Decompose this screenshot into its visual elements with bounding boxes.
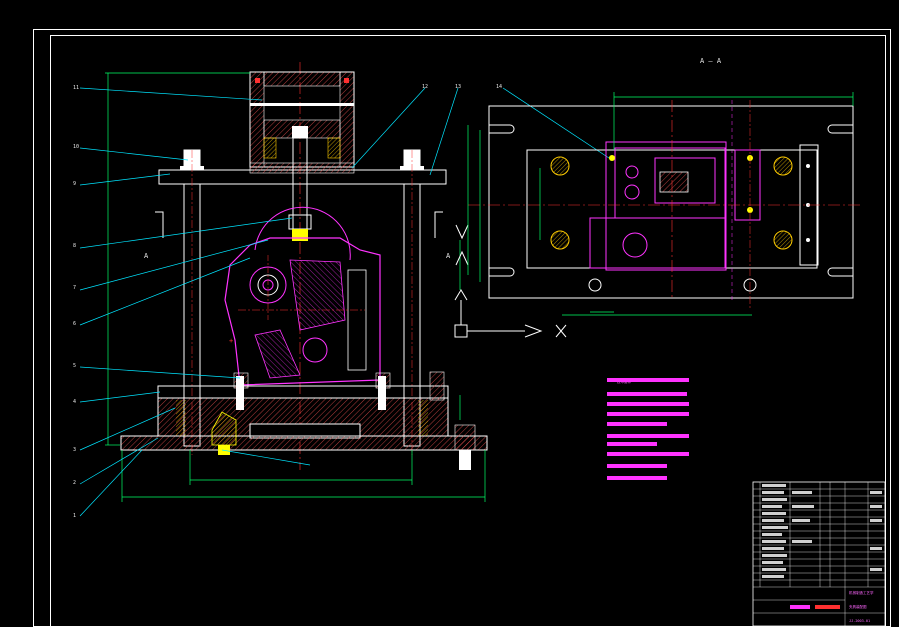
section-label: A — A [700, 57, 722, 65]
balloon-4: 4 [73, 399, 76, 405]
balloon-1: 1 [73, 513, 76, 519]
ucs-icon [454, 289, 567, 338]
balloon-7: 7 [73, 285, 76, 291]
title-name: 夹具装配图 [849, 604, 867, 609]
balloon-14: 14 [496, 84, 502, 90]
balloon-6: 6 [73, 321, 76, 327]
top-plate[interactable] [158, 149, 447, 185]
balloon-5: 5 [73, 363, 76, 369]
balloon-9: 9 [73, 181, 76, 187]
technical-notes: 技术要求 [607, 378, 689, 480]
balloon-2: 2 [73, 480, 76, 486]
cut-mark-right: A [446, 252, 451, 260]
balloon-8: 8 [73, 243, 76, 249]
balloon-3: 3 [73, 447, 76, 453]
title-school: 机械制造工艺学 [849, 590, 874, 595]
svg-text:+: + [229, 337, 233, 345]
base-plate[interactable] [120, 371, 488, 470]
cylinder[interactable] [249, 71, 355, 168]
cad-drawing-canvas[interactable]: + A A 11 10 9 8 7 6 5 4 3 2 1 12 13 14 A… [0, 0, 899, 627]
title-drawing-number: JJ-2003-01 [849, 619, 870, 623]
balloon-10: 10 [73, 144, 79, 150]
balloon-13: 13 [455, 84, 461, 90]
plan-view[interactable] [467, 92, 862, 316]
cut-mark-left: A [144, 252, 149, 260]
balloon-11: 11 [73, 85, 79, 91]
balloon-12: 12 [422, 84, 428, 90]
title-block[interactable]: 机械制造工艺学 夹具装配图 JJ-2003-01 [752, 481, 886, 627]
front-view[interactable]: + A A 11 10 9 8 7 6 5 4 3 2 1 12 13 14 [73, 62, 613, 519]
outer-frame [33, 29, 891, 627]
